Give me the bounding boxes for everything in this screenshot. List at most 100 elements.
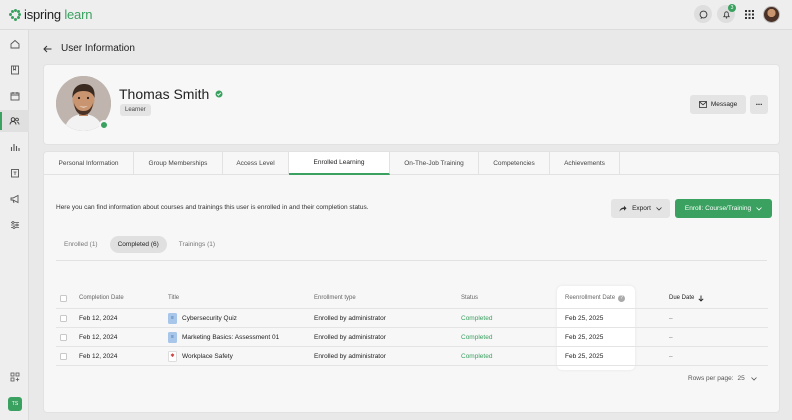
- notification-count-badge: 3: [728, 4, 736, 12]
- chevron-down-icon: [656, 206, 662, 211]
- reenrollment-date: Feb 25, 2025: [565, 333, 604, 341]
- tab-bar: Personal Information Group Memberships A…: [44, 152, 779, 175]
- calendar-icon: [10, 92, 19, 101]
- status-completed: Completed: [461, 352, 493, 360]
- completion-date: Feb 12, 2024: [79, 352, 118, 360]
- enrollment-type: Enrolled by administrator: [314, 352, 386, 360]
- subtab-enrolled[interactable]: Enrolled (1): [56, 236, 106, 253]
- enrollment-type: Enrolled by administrator: [314, 314, 386, 322]
- user-avatar[interactable]: [763, 5, 780, 23]
- course-title[interactable]: ≡ Marketing Basics: Assessment 01: [168, 331, 279, 343]
- sidebar-item-add-app[interactable]: [0, 366, 29, 388]
- mail-icon: [698, 101, 707, 108]
- rows-per-page-label: Rows per page:: [688, 375, 734, 382]
- page-title: User Information: [61, 43, 135, 54]
- status-completed: Completed: [461, 333, 493, 341]
- sidebar-item-home[interactable]: [0, 33, 29, 55]
- table-row[interactable]: Feb 12, 2024 ≡ Cybersecurity Quiz Enrolle…: [56, 309, 768, 328]
- chat-icon: [699, 10, 707, 19]
- completion-date: Feb 12, 2024: [79, 333, 118, 341]
- message-button[interactable]: Message: [690, 95, 746, 114]
- quiz-icon: ≡: [168, 331, 177, 343]
- table-row[interactable]: Feb 12, 2024 ≡ Marketing Basics: Assessme…: [56, 328, 768, 347]
- select-all-checkbox[interactable]: [60, 294, 67, 302]
- course-icon: ✱: [168, 350, 177, 362]
- subtab-completed[interactable]: Completed (6): [109, 236, 167, 253]
- column-header-status[interactable]: Status: [461, 295, 478, 301]
- grid-icon: [744, 9, 754, 19]
- reenrollment-date: Feb 25, 2025: [565, 314, 604, 322]
- subtab-trainings[interactable]: Trainings (1): [171, 236, 223, 253]
- column-header-enrollment-type[interactable]: Enrollment type: [314, 295, 356, 301]
- sidebar-item-settings[interactable]: [0, 214, 29, 236]
- home-icon: [10, 39, 19, 49]
- megaphone-icon: [10, 194, 18, 204]
- tab-enrolled-learning[interactable]: Enrolled Learning: [289, 152, 390, 175]
- course-title[interactable]: ≡ Cybersecurity Quiz: [168, 312, 237, 324]
- column-header-reenrollment-date[interactable]: Reenrollment Date?: [565, 294, 626, 302]
- top-bar: ispring learn 3: [0, 0, 792, 30]
- more-icon: ···: [755, 100, 763, 109]
- column-header-completion-date[interactable]: Completion Date: [79, 295, 124, 301]
- chevron-down-icon: [750, 376, 757, 381]
- tab-competencies[interactable]: Competencies: [479, 152, 550, 175]
- tab-personal-information[interactable]: Personal Information: [44, 152, 134, 175]
- enroll-course-button[interactable]: Enroll: Course/Training: [675, 199, 772, 218]
- clipboard-icon: [10, 169, 19, 178]
- column-header-title[interactable]: Title: [168, 295, 179, 301]
- chevron-down-icon: [756, 206, 762, 211]
- table-row[interactable]: Feb 12, 2024 ✱ Workplace Safety Enrolled …: [56, 347, 768, 366]
- column-header-due-date[interactable]: Due Date: [669, 295, 704, 302]
- reenrollment-date: Feb 25, 2025: [565, 352, 604, 360]
- subtab-bar: Enrolled (1) Completed (6) Trainings (1): [56, 236, 223, 253]
- users-icon: [9, 117, 20, 125]
- row-checkbox[interactable]: [60, 352, 67, 360]
- sidebar-item-users[interactable]: [0, 110, 29, 132]
- page-header: User Information: [43, 43, 135, 54]
- quiz-icon: ≡: [168, 312, 177, 324]
- row-checkbox[interactable]: [60, 314, 67, 322]
- back-arrow-icon[interactable]: [43, 45, 52, 53]
- course-title[interactable]: ✱ Workplace Safety: [168, 350, 233, 362]
- sidebar: [0, 30, 29, 420]
- enrollment-type: Enrolled by administrator: [314, 333, 386, 341]
- online-status-indicator: [99, 120, 109, 130]
- due-date: –: [669, 352, 673, 360]
- table-header-row: Completion Date Title Enrollment type St…: [56, 288, 768, 309]
- more-options-button[interactable]: ···: [750, 95, 768, 114]
- tab-access-level[interactable]: Access Level: [223, 152, 289, 175]
- tab-group-memberships[interactable]: Group Memberships: [134, 152, 223, 175]
- tab-achievements[interactable]: Achievements: [550, 152, 620, 175]
- tab-on-the-job-training[interactable]: On-The-Job Training: [390, 152, 479, 175]
- status-completed: Completed: [461, 314, 493, 322]
- main-panel: Personal Information Group Memberships A…: [43, 151, 780, 413]
- sliders-icon: [10, 221, 19, 229]
- due-date: –: [669, 314, 673, 322]
- rows-per-page-value: 25: [737, 375, 745, 382]
- notifications-button[interactable]: 3: [717, 4, 736, 23]
- export-button[interactable]: Export: [611, 199, 670, 218]
- sidebar-item-announcements[interactable]: [0, 188, 29, 210]
- sidebar-item-reports[interactable]: [0, 136, 29, 158]
- sidebar-item-calendar[interactable]: [0, 85, 29, 107]
- logo-icon: [9, 8, 21, 21]
- rows-per-page-selector[interactable]: Rows per page: 25: [688, 375, 757, 382]
- completion-date: Feb 12, 2024: [79, 314, 118, 322]
- apps-button[interactable]: [740, 5, 758, 23]
- info-icon[interactable]: ?: [618, 294, 626, 302]
- ispring-logo[interactable]: ispring learn: [9, 7, 92, 22]
- share-icon: [619, 205, 627, 212]
- sort-down-icon: [698, 295, 704, 302]
- verified-icon: [215, 90, 223, 98]
- sidebar-item-library[interactable]: [0, 59, 29, 81]
- user-name: Thomas Smith: [119, 86, 223, 102]
- due-date: –: [669, 333, 673, 341]
- row-checkbox[interactable]: [60, 333, 67, 341]
- help-button[interactable]: [694, 5, 712, 23]
- sidebar-item-tasks[interactable]: [0, 162, 29, 184]
- enrolled-description: Here you can find information about cour…: [56, 204, 369, 211]
- user-initials-badge[interactable]: TS: [8, 397, 22, 411]
- logo-text: ispring learn: [24, 7, 93, 22]
- add-grid-icon: [10, 372, 19, 382]
- book-icon: [10, 65, 19, 75]
